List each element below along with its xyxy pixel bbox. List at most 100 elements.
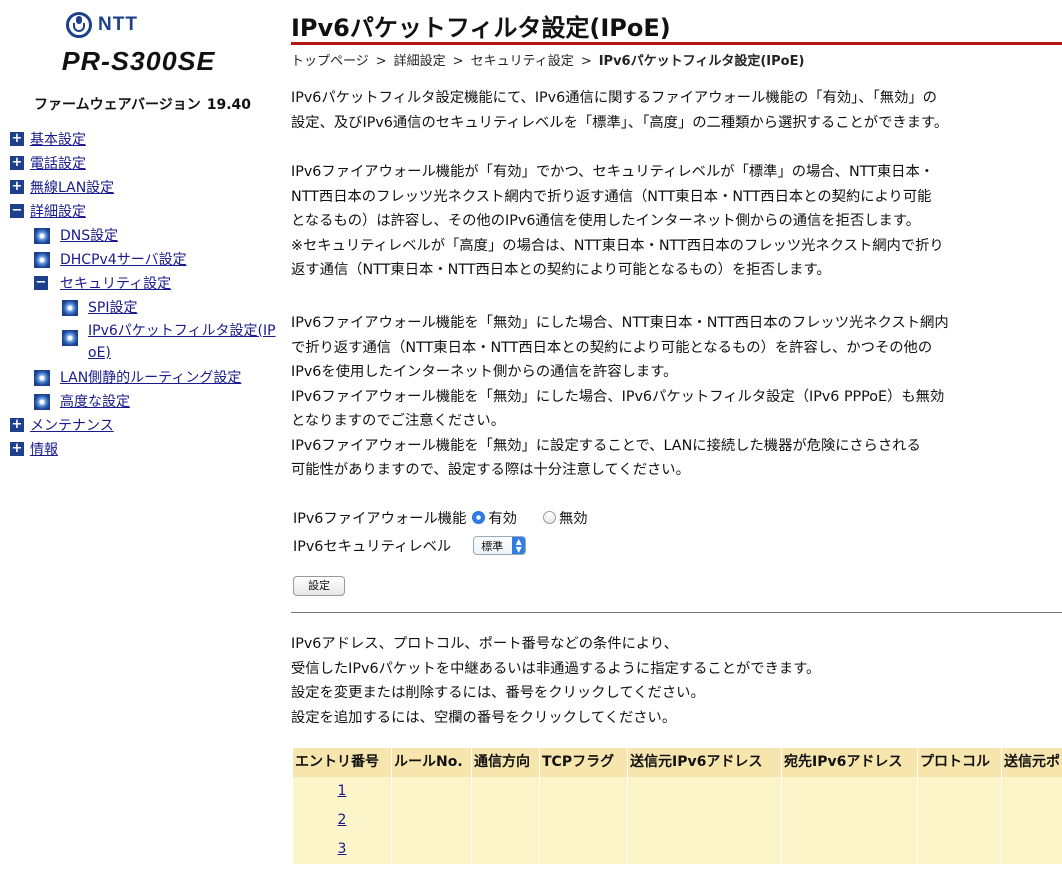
entry-cell: 3	[293, 835, 392, 864]
table-cell	[540, 835, 628, 864]
description-line: IPv6を使用したインターネット側からの通信を許容します。	[291, 364, 678, 380]
description-line: IPv6ファイアウォール機能を「無効」にした場合、IPv6パケットフィルタ設定（…	[291, 388, 945, 405]
bullet-icon	[62, 300, 78, 316]
filter-intro: IPv6アドレス、プロトコル、ポート番号などの条件により、 受信したIPv6パケ…	[291, 632, 820, 730]
firewall-enabled-radio[interactable]	[472, 511, 486, 524]
table-cell	[540, 806, 628, 835]
sidebar-item-lan-static-routing[interactable]: LAN側静的ルーティング設定	[34, 366, 241, 390]
bullet-icon	[34, 252, 50, 268]
sidebar-item-basic[interactable]: + 基本設定	[10, 128, 86, 152]
firewall-disabled-label[interactable]: 無効	[559, 507, 588, 528]
table-cell	[918, 835, 1002, 864]
table-cell	[392, 777, 472, 806]
table-cell	[392, 835, 472, 864]
sidebar-item-label[interactable]: 詳細設定	[30, 200, 86, 224]
description-line: 設定、及びIPv6通信のセキュリティレベルを「標準」、「高度」の二種類から選択す…	[291, 114, 949, 131]
table-cell	[472, 806, 540, 835]
description-line: 返す通信（NTT東日本・NTT西日本との契約により可能となるもの）を拒否します。	[291, 262, 831, 278]
sidebar-item-dhcpv4[interactable]: DHCPv4サーバ設定	[34, 248, 187, 272]
breadcrumb-item: セキュリティ設定	[470, 54, 574, 69]
table-cell	[1002, 777, 1062, 806]
firmware-number: 19.40	[206, 97, 252, 113]
sidebar-item-label[interactable]: 無線LAN設定	[30, 176, 114, 200]
firmware-version: ファームウェアバージョン 19.40	[34, 94, 257, 114]
sidebar: NTT PR-S300SE ファームウェアバージョン 19.40 + 基本設定 +…	[0, 0, 285, 872]
firewall-setting-row: IPv6ファイアウォール機能 有効 無効	[293, 507, 588, 528]
bullet-icon	[62, 330, 78, 346]
entry-number-link[interactable]: 1	[293, 777, 391, 806]
column-header: プロトコル	[918, 748, 1002, 777]
breadcrumb-item: 詳細設定	[393, 54, 446, 69]
breadcrumb-item: トップページ	[291, 54, 369, 69]
breadcrumb-separator: >	[452, 54, 464, 69]
sidebar-item-phone[interactable]: + 電話設定	[10, 152, 86, 176]
minus-icon[interactable]: −	[34, 276, 48, 290]
sidebar-item-advanced-settings[interactable]: 高度な設定	[34, 390, 130, 414]
sidebar-item-label[interactable]: セキュリティ設定	[60, 272, 171, 296]
sidebar-item-maintenance[interactable]: + メンテナンス	[10, 414, 114, 438]
sidebar-item-info[interactable]: + 情報	[10, 438, 58, 462]
table-cell	[628, 835, 782, 864]
table-cell	[540, 777, 628, 806]
description-line: IPv6パケットフィルタ設定機能にて、IPv6通信に関するファイアウォール機能の…	[291, 90, 937, 106]
column-header: 宛先IPv6アドレス	[782, 748, 918, 777]
table-row: 3	[293, 835, 1062, 864]
sidebar-item-advanced[interactable]: − 詳細設定	[10, 200, 86, 224]
sidebar-item-label[interactable]: 基本設定	[30, 128, 86, 152]
sidebar-item-label[interactable]: メンテナンス	[30, 414, 114, 438]
sidebar-item-label[interactable]: 高度な設定	[60, 390, 130, 414]
ntt-logo-icon	[66, 12, 92, 38]
table-cell	[782, 777, 918, 806]
description-line: IPv6ファイアウォール機能を「無効」に設定することで、LANに接続した機器が危…	[291, 437, 921, 454]
plus-icon[interactable]: +	[10, 418, 24, 432]
column-header: エントリ番号	[293, 748, 392, 777]
sidebar-item-security[interactable]: − セキュリティ設定	[34, 272, 171, 296]
plus-icon[interactable]: +	[10, 156, 24, 170]
page-title: IPv6パケットフィルタ設定(IPoE)	[291, 14, 671, 42]
filter-intro-line: 設定を追加するには、空欄の番号をクリックしてください。	[291, 709, 677, 726]
submit-button[interactable]: 設定	[293, 576, 345, 596]
table-cell	[628, 777, 782, 806]
sidebar-item-label[interactable]: SPI設定	[88, 296, 137, 320]
table-cell	[918, 806, 1002, 835]
column-header: 送信元IPv6アドレス	[628, 748, 782, 777]
minus-icon[interactable]: −	[10, 204, 24, 218]
sidebar-item-ipv6-filter-ipoe[interactable]: IPv6パケットフィルタ設定(IP oE)	[62, 320, 282, 364]
column-header: ルールNo.	[392, 748, 472, 777]
sidebar-item-label[interactable]: DNS設定	[60, 224, 118, 248]
firewall-label: IPv6ファイアウォール機能	[293, 511, 467, 527]
description-line: 可能性がありますので、設定する際は十分注意してください。	[291, 462, 690, 478]
description-paragraph-1: IPv6パケットフィルタ設定機能にて、IPv6通信に関するファイアウォール機能の…	[291, 86, 948, 135]
sidebar-item-label[interactable]: IPv6パケットフィルタ設定(IP oE)	[88, 320, 276, 364]
security-level-row: IPv6セキュリティレベル 標準 ▲ ▼	[293, 535, 527, 556]
column-header: TCPフラグ	[540, 748, 628, 777]
sidebar-item-label[interactable]: LAN側静的ルーティング設定	[60, 366, 241, 390]
entry-number-link[interactable]: 3	[293, 835, 391, 864]
table-cell	[392, 806, 472, 835]
breadcrumb: トップページ > 詳細設定 > セキュリティ設定 > IPv6パケットフィルタ設定(IPoE…	[291, 50, 804, 69]
sidebar-item-wireless-lan[interactable]: + 無線LAN設定	[10, 176, 114, 200]
plus-icon[interactable]: +	[10, 180, 24, 194]
sidebar-item-spi[interactable]: SPI設定	[62, 296, 137, 320]
plus-icon[interactable]: +	[10, 442, 24, 456]
filter-intro-line: 受信したIPv6パケットを中継あるいは非通過するように指定することができます。	[291, 660, 821, 677]
description-paragraph-2: IPv6ファイアウォール機能が「有効」でかつ、セキュリティレベルが「標準」の場合…	[291, 160, 944, 283]
table-cell	[628, 806, 782, 835]
plus-icon[interactable]: +	[10, 132, 24, 146]
sidebar-item-dns[interactable]: DNS設定	[34, 224, 118, 248]
sidebar-item-label[interactable]: 電話設定	[30, 152, 86, 176]
column-header: 送信元ポ	[1002, 748, 1062, 777]
table-cell	[472, 777, 540, 806]
entry-number-link[interactable]: 2	[293, 806, 391, 835]
sidebar-item-label[interactable]: DHCPv4サーバ設定	[60, 248, 187, 272]
table-cell	[1002, 835, 1062, 864]
entry-cell: 2	[293, 806, 392, 835]
security-level-value: 標準	[481, 539, 504, 553]
firewall-disabled-radio[interactable]	[542, 511, 556, 524]
security-level-select[interactable]: 標準 ▲ ▼	[473, 536, 527, 555]
firewall-enabled-label[interactable]: 有効	[488, 507, 517, 528]
breadcrumb-separator: >	[580, 54, 592, 69]
description-paragraph-3: IPv6ファイアウォール機能を「無効」にした場合、NTT東日本・NTT西日本のフ…	[291, 311, 949, 483]
sidebar-item-label[interactable]: 情報	[30, 438, 58, 462]
table-cell	[782, 806, 918, 835]
